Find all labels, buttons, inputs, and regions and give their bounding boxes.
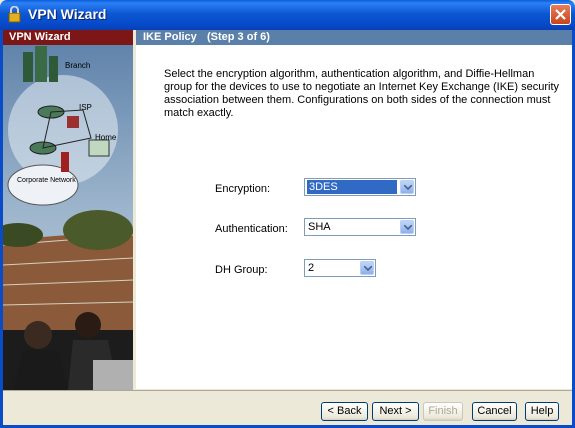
authentication-value: SHA: [308, 221, 331, 233]
chevron-down-icon[interactable]: [400, 220, 414, 234]
chevron-down-icon[interactable]: [400, 180, 414, 194]
cancel-button[interactable]: Cancel: [472, 402, 517, 421]
authentication-label: Authentication:: [215, 223, 288, 235]
step-description: Select the encryption algorithm, authent…: [164, 68, 560, 119]
step-header: IKE Policy (Step 3 of 6): [136, 30, 572, 45]
wizard-illustration: Branch ISP Home Corporate Network: [3, 30, 133, 390]
title-bar[interactable]: VPN Wizard: [0, 0, 575, 30]
dh-group-select[interactable]: 2: [304, 259, 376, 277]
encryption-label: Encryption:: [215, 183, 271, 195]
content-panel: Select the encryption algorithm, authent…: [136, 45, 572, 389]
lock-icon: [8, 6, 21, 23]
footer-divider: [3, 390, 572, 391]
dh-group-label: DH Group:: [215, 264, 268, 276]
encryption-select[interactable]: 3DES: [304, 178, 416, 196]
isp-label: ISP: [79, 103, 92, 112]
back-button[interactable]: < Back: [321, 402, 368, 421]
chevron-down-icon[interactable]: [360, 261, 374, 275]
home-label: Home: [95, 133, 117, 142]
next-button[interactable]: Next >: [372, 402, 419, 421]
step-indicator: (Step 3 of 6): [207, 31, 270, 43]
branch-label: Branch: [65, 61, 90, 70]
authentication-select[interactable]: SHA: [304, 218, 416, 236]
close-button[interactable]: [550, 4, 571, 25]
dh-group-value: 2: [308, 262, 315, 274]
encryption-value: 3DES: [307, 180, 397, 194]
step-title: IKE Policy: [143, 31, 197, 43]
finish-button[interactable]: Finish: [423, 402, 463, 421]
window-title: VPN Wizard: [28, 6, 107, 22]
corporate-network-label: Corporate Network: [17, 177, 76, 184]
wizard-illustration-panel: Branch ISP Home Corporate Network VPN Wi…: [3, 30, 133, 390]
close-icon: [555, 9, 566, 20]
help-button[interactable]: Help: [525, 402, 559, 421]
left-panel-header: VPN Wizard: [3, 30, 133, 45]
